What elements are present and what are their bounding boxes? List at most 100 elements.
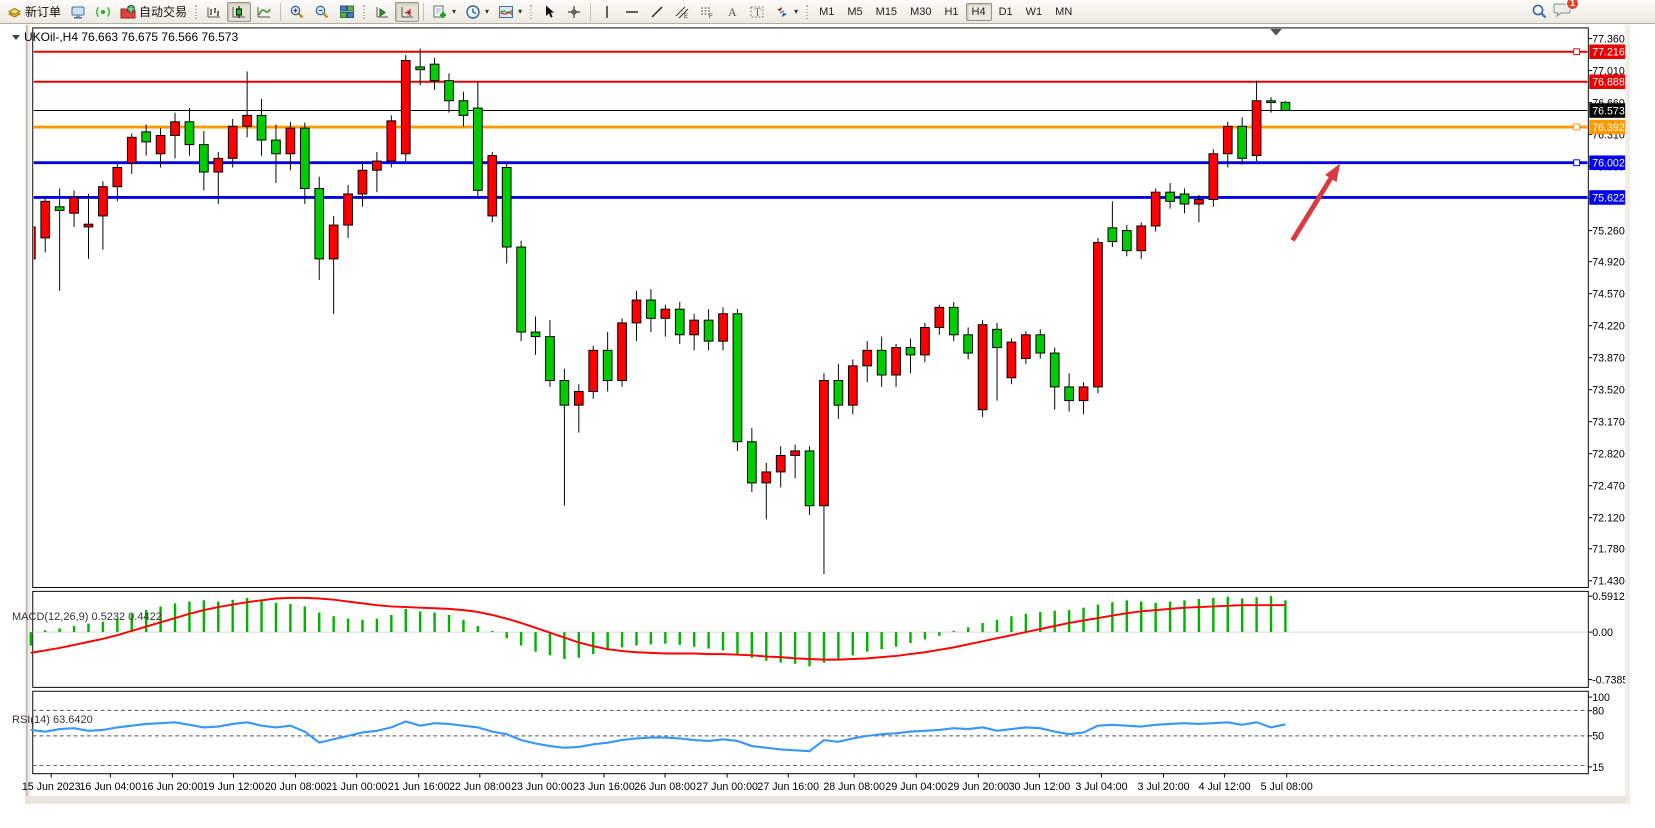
timeframe-button-mn[interactable]: MN bbox=[1049, 3, 1078, 21]
line-endpoint-marker[interactable] bbox=[1574, 49, 1580, 55]
zoom-out-button[interactable] bbox=[310, 2, 334, 22]
time-axis-label: 3 Jul 04:00 bbox=[1075, 781, 1127, 793]
rsi-pane[interactable] bbox=[33, 691, 1589, 773]
price-badge-label: 76.002 bbox=[1592, 158, 1625, 170]
indicators-button[interactable]: ▾ bbox=[494, 2, 526, 22]
rsi-tick-label: 15 bbox=[1592, 762, 1604, 774]
candlestick bbox=[762, 472, 771, 483]
auto-scroll-button[interactable] bbox=[370, 2, 394, 22]
chevron-down-icon: ▾ bbox=[794, 7, 798, 16]
timeframe-button-m1[interactable]: M1 bbox=[813, 3, 840, 21]
price-tick-label: 72.120 bbox=[1592, 513, 1625, 525]
chat-button[interactable]: 1 bbox=[1553, 1, 1572, 23]
cursor-tool-button[interactable] bbox=[537, 2, 561, 22]
window-bottom-border bbox=[25, 796, 1630, 804]
candlestick bbox=[589, 350, 598, 391]
candlestick bbox=[1065, 387, 1074, 401]
periods-button[interactable]: ▾ bbox=[461, 2, 493, 22]
chart-canvas[interactable]: 77.36077.01076.66076.31075.96075.61075.2… bbox=[0, 25, 1655, 828]
candlestick bbox=[430, 64, 439, 80]
candlestick bbox=[1007, 342, 1016, 378]
timeframe-button-h1[interactable]: H1 bbox=[938, 3, 964, 21]
label-tool-button[interactable]: T bbox=[745, 2, 769, 22]
time-axis-label: 26 Jun 08:00 bbox=[634, 781, 696, 793]
line-endpoint-marker[interactable] bbox=[1574, 160, 1580, 166]
candlestick bbox=[488, 156, 497, 216]
candlestick bbox=[921, 327, 930, 354]
candlestick bbox=[877, 350, 886, 375]
auto-trading-button[interactable]: 自动交易 bbox=[116, 2, 191, 22]
new-order-icon bbox=[7, 4, 22, 19]
collapse-triangle-icon[interactable] bbox=[12, 35, 20, 40]
candlestick bbox=[1079, 387, 1088, 401]
candlestick bbox=[747, 442, 756, 483]
candlestick bbox=[675, 309, 684, 335]
symbol-title: UKOil-,H4 76.663 76.675 76.566 76.573 bbox=[12, 30, 238, 44]
bar-chart-mode-button[interactable] bbox=[202, 2, 226, 22]
candlestick bbox=[820, 380, 829, 505]
candlestick bbox=[834, 380, 843, 405]
candlestick-mode-button[interactable] bbox=[227, 2, 251, 22]
timeframe-button-d1[interactable]: D1 bbox=[993, 3, 1019, 21]
time-axis-label: 21 Jun 16:00 bbox=[388, 781, 450, 793]
candlestick bbox=[373, 161, 382, 170]
candlestick bbox=[199, 145, 208, 172]
candlestick bbox=[791, 451, 800, 456]
toolbar-grip bbox=[805, 4, 810, 20]
candlestick bbox=[445, 81, 454, 101]
timeframe-button-h4[interactable]: H4 bbox=[966, 3, 992, 21]
timeframe-button-w1[interactable]: W1 bbox=[1020, 3, 1049, 21]
candlestick bbox=[1108, 228, 1117, 242]
line-chart-mode-button[interactable] bbox=[252, 2, 276, 22]
price-tick-label: 73.870 bbox=[1592, 353, 1625, 365]
candlestick bbox=[618, 323, 627, 381]
price-tick-label: 74.570 bbox=[1592, 289, 1625, 301]
candlestick bbox=[935, 307, 944, 327]
fibonacci-tool-button[interactable]: F bbox=[695, 2, 719, 22]
price-tick-label: 74.920 bbox=[1592, 257, 1625, 269]
new-chart-button[interactable]: ▾ bbox=[428, 2, 460, 22]
zoom-in-button[interactable] bbox=[285, 2, 309, 22]
svg-text:T: T bbox=[755, 7, 761, 18]
signals-button[interactable] bbox=[91, 2, 115, 22]
candlestick bbox=[127, 137, 136, 163]
price-tick-label: 71.430 bbox=[1592, 576, 1625, 588]
bar-chart-icon bbox=[206, 4, 222, 20]
line-chart-icon bbox=[256, 4, 272, 20]
timeframe-button-m5[interactable]: M5 bbox=[841, 3, 868, 21]
new-order-button[interactable]: 新订单 bbox=[3, 2, 65, 22]
tile-windows-button[interactable] bbox=[335, 2, 359, 22]
candlestick bbox=[603, 350, 612, 380]
cursor-icon bbox=[541, 4, 557, 20]
timeframe-button-m15[interactable]: M15 bbox=[870, 3, 903, 21]
candlestick bbox=[257, 115, 266, 140]
label-icon: T bbox=[749, 4, 765, 20]
timeframe-button-m30[interactable]: M30 bbox=[904, 3, 937, 21]
candlestick bbox=[1195, 199, 1204, 204]
text-tool-button[interactable]: A bbox=[720, 2, 744, 22]
window-right-border bbox=[1625, 25, 1630, 804]
candlestick bbox=[892, 348, 901, 375]
candlestick bbox=[473, 108, 482, 190]
horizontal-line-tool-button[interactable] bbox=[620, 2, 644, 22]
price-tick-label: 75.260 bbox=[1592, 225, 1625, 237]
vertical-line-tool-button[interactable] bbox=[595, 2, 619, 22]
candlestick bbox=[632, 300, 641, 323]
time-axis-label: 16 Jun 20:00 bbox=[142, 781, 204, 793]
rsi-tick-label: 100 bbox=[1592, 692, 1610, 704]
svg-text:A: A bbox=[728, 5, 737, 19]
chart-shift-button[interactable] bbox=[395, 2, 419, 22]
crosshair-tool-button[interactable] bbox=[562, 2, 586, 22]
window-left-border bbox=[25, 25, 31, 804]
search-button[interactable] bbox=[1527, 2, 1552, 22]
trendline-tool-button[interactable] bbox=[645, 2, 669, 22]
candlestick bbox=[344, 194, 353, 225]
line-endpoint-marker[interactable] bbox=[1574, 124, 1580, 130]
auto-trading-label: 自动交易 bbox=[139, 3, 187, 20]
svg-text:F: F bbox=[709, 14, 713, 20]
arrows-tool-button[interactable]: ▾ bbox=[770, 2, 802, 22]
market-watch-button[interactable] bbox=[66, 2, 90, 22]
trading-terminal-window: 新订单 自动交易 bbox=[0, 0, 1655, 828]
rsi-tick-label: 50 bbox=[1592, 731, 1604, 743]
channel-tool-button[interactable]: E bbox=[670, 2, 694, 22]
